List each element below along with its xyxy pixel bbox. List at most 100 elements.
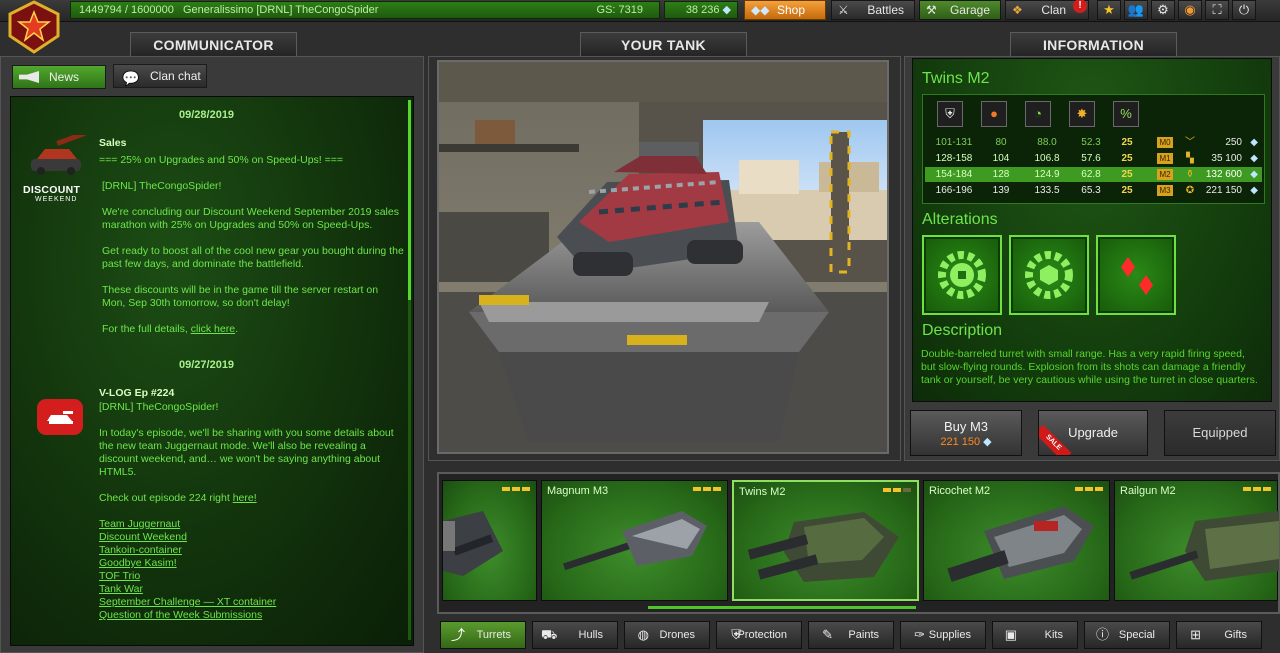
- post-body: V-LOG Ep #224 [DRNL] TheCongoSpider! In …: [99, 387, 404, 622]
- category-label: Hulls: [578, 629, 603, 641]
- here-link[interactable]: here!: [233, 492, 257, 504]
- buy-price: 221 150: [940, 436, 981, 448]
- mod-badge: M1: [1157, 153, 1173, 164]
- related-link[interactable]: Tankoin-container: [99, 544, 404, 557]
- stat-damage: 166-196: [935, 185, 973, 196]
- mod-price: 221 150: [1205, 185, 1242, 196]
- friends-icon[interactable]: 👥: [1124, 0, 1148, 20]
- star-icon[interactable]: ★: [1097, 0, 1121, 20]
- settings-gear-icon[interactable]: ⚙: [1151, 0, 1175, 20]
- stat-row: 166-196 139 133.5 65.3 25 M3 ✪ 221 150 ◆: [925, 183, 1262, 198]
- item-card-selected[interactable]: Twins M2: [732, 480, 919, 601]
- post-paragraph: For the full details, click here.: [99, 323, 404, 336]
- category-supplies[interactable]: ✑ Supplies: [900, 621, 986, 649]
- stat-row-selected: 154-184 128 124.9 62.8 25 M2 ⚱ 132 600 ◆: [925, 167, 1262, 182]
- garage-button[interactable]: ⚒ Garage: [919, 0, 1001, 20]
- gear-score: GS: 7319: [596, 4, 643, 16]
- item-card[interactable]: Magnum M3: [541, 480, 728, 601]
- item-card[interactable]: Railgun M2: [1114, 480, 1279, 601]
- carousel-scrollbar[interactable]: [648, 606, 916, 609]
- post-paragraph: Check out episode 224 right here!: [99, 492, 404, 505]
- shop-button[interactable]: ◆◆ Shop: [744, 0, 826, 20]
- post-body: Sales === 25% on Upgrades and 50% on Spe…: [99, 137, 404, 336]
- category-special[interactable]: ⓘ Special: [1084, 621, 1170, 649]
- news-tab[interactable]: News: [12, 65, 106, 89]
- related-link[interactable]: Question of the Week Submissions: [99, 609, 404, 622]
- tank-preview-viewport[interactable]: [437, 60, 889, 454]
- player-name: [DRNL] TheCongoSpider: [256, 4, 379, 16]
- upgrade-button[interactable]: Upgrade SALE: [1038, 410, 1148, 456]
- alteration-slot-2[interactable]: [1009, 235, 1089, 315]
- fullscreen-icon[interactable]: ⛶: [1205, 0, 1229, 20]
- category-kits[interactable]: ▣ Kits: [992, 621, 1078, 649]
- alteration-slot-3[interactable]: [1096, 235, 1176, 315]
- mod-icon: ✪: [1185, 185, 1195, 196]
- battles-button[interactable]: ⚔ Battles: [831, 0, 915, 20]
- megaphone-icon: [19, 71, 39, 83]
- battles-label: Battles: [867, 3, 904, 17]
- related-link[interactable]: Team Juggernaut: [99, 518, 404, 531]
- stat-icons: ⛨ ● ◔ ✸ %: [937, 101, 1147, 127]
- mod-price: 35 100: [1211, 153, 1242, 164]
- rank-emblem-icon[interactable]: [6, 0, 62, 54]
- news-tab-label: News: [49, 70, 80, 84]
- stats-table: ⛨ ● ◔ ✸ % 101-131 80 88.0 52.3 25 M0 ﹀ 2…: [922, 94, 1265, 204]
- related-link[interactable]: TOF Trio: [99, 570, 404, 583]
- crossed-swords-icon: ⚔: [838, 3, 849, 17]
- description-title: Description: [922, 322, 1003, 339]
- news-feed[interactable]: 09/28/2019 DISCOUNT WEEKEND Sales === 25…: [10, 96, 414, 646]
- equipped-status: Equipped: [1164, 410, 1276, 456]
- item-card[interactable]: [442, 480, 537, 601]
- alterations-title: Alterations: [922, 211, 998, 228]
- alteration-red-diamonds-icon: [1121, 257, 1153, 295]
- related-link[interactable]: September Challenge — XT container: [99, 596, 404, 609]
- category-gifts[interactable]: ⊞ Gifts: [1176, 621, 1262, 649]
- garage-label: Garage: [949, 3, 990, 17]
- clan-chat-tab[interactable]: 💬 Clan chat: [113, 64, 207, 88]
- post-title: V-LOG Ep #224: [99, 387, 175, 399]
- stat-impact: 104: [992, 153, 1010, 164]
- category-label: Kits: [1044, 629, 1063, 641]
- category-protection[interactable]: ⛨ Protection: [716, 621, 802, 649]
- post-author: [DRNL] TheCongoSpider!: [99, 401, 219, 413]
- turret-image: [1129, 511, 1279, 581]
- stat-crit: 25: [1121, 153, 1133, 164]
- mod-icon: ▚: [1186, 153, 1194, 164]
- related-link[interactable]: Tank War: [99, 583, 404, 596]
- mod-badge: M3: [1157, 185, 1173, 196]
- category-label: Drones: [659, 629, 695, 641]
- related-link[interactable]: Goodbye Kasim!: [99, 557, 404, 570]
- crystal-count: 38 236: [685, 4, 720, 16]
- category-turrets[interactable]: ⤴ Turrets: [440, 621, 526, 649]
- item-name: Twins M2: [922, 70, 990, 87]
- period-text: .: [235, 323, 238, 335]
- related-link[interactable]: Discount Weekend: [99, 531, 404, 544]
- stat-crit: 25: [1121, 137, 1133, 148]
- category-hulls[interactable]: ⛟ Hulls: [532, 621, 618, 649]
- stat-crit: 25: [1121, 185, 1133, 196]
- feed-scrollbar[interactable]: [408, 100, 411, 640]
- alteration-cube-icon: [1025, 251, 1073, 299]
- buy-label: Buy M3: [943, 419, 989, 434]
- mod-icon: ⚱: [1185, 169, 1195, 180]
- post-subtitle: === 25% on Upgrades and 50% on Speed-Ups…: [99, 154, 344, 166]
- item-card[interactable]: Ricochet M2: [923, 480, 1110, 601]
- wrench-icon: ⚒: [926, 3, 937, 17]
- stat-reload: 133.5: [1034, 185, 1060, 196]
- post-date: 09/28/2019: [179, 109, 235, 121]
- drone-icon: ◍: [637, 627, 649, 642]
- crystal-balance: 38 236 ◆: [664, 1, 738, 19]
- stat-reload: 106.8: [1034, 153, 1060, 164]
- sound-icon[interactable]: ◉: [1178, 0, 1202, 20]
- kit-box-icon: ▣: [1004, 627, 1017, 642]
- exit-icon[interactable]: ⏻: [1232, 0, 1256, 20]
- category-paints[interactable]: ✎ Paints: [808, 621, 894, 649]
- reload-icon: ◔: [1025, 101, 1051, 127]
- stat-range: 57.6: [1081, 153, 1101, 164]
- click-here-link[interactable]: click here: [191, 323, 235, 335]
- buy-button[interactable]: Buy M3 221 150 ◆: [910, 410, 1022, 456]
- stat-damage: 128-158: [935, 153, 973, 164]
- alteration-slot-1[interactable]: [922, 235, 1002, 315]
- stat-impact: 80: [995, 137, 1007, 148]
- category-drones[interactable]: ◍ Drones: [624, 621, 710, 649]
